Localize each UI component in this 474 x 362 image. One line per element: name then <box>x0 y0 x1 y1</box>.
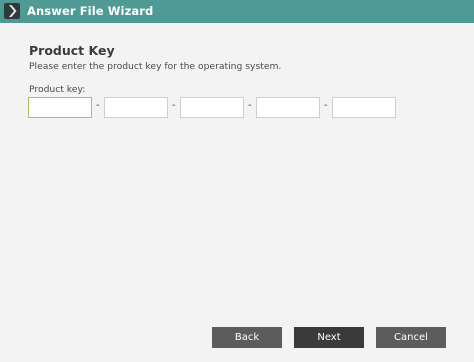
back-button[interactable]: Back <box>212 327 282 348</box>
product-key-separator: - <box>172 100 176 111</box>
product-key-separator: - <box>96 100 100 111</box>
product-key-segment-3[interactable] <box>180 97 244 118</box>
product-key-separator: - <box>248 100 252 111</box>
product-key-separator: - <box>324 100 328 111</box>
product-key-label: Product key: <box>29 84 86 95</box>
product-key-segment-1[interactable] <box>28 97 92 118</box>
product-key-segment-5[interactable] <box>332 97 396 118</box>
next-button[interactable]: Next <box>294 327 364 348</box>
product-key-segment-2[interactable] <box>104 97 168 118</box>
cancel-button[interactable]: Cancel <box>376 327 446 348</box>
window-title: Answer File Wizard <box>27 4 154 18</box>
answer-file-wizard-window: Answer File Wizard Product Key Please en… <box>0 0 474 362</box>
product-key-segment-4[interactable] <box>256 97 320 118</box>
page-description: Please enter the product key for the ope… <box>29 61 282 72</box>
title-bar: Answer File Wizard <box>0 0 474 23</box>
wizard-chevron-icon <box>4 3 20 19</box>
page-title: Product Key <box>29 43 115 58</box>
